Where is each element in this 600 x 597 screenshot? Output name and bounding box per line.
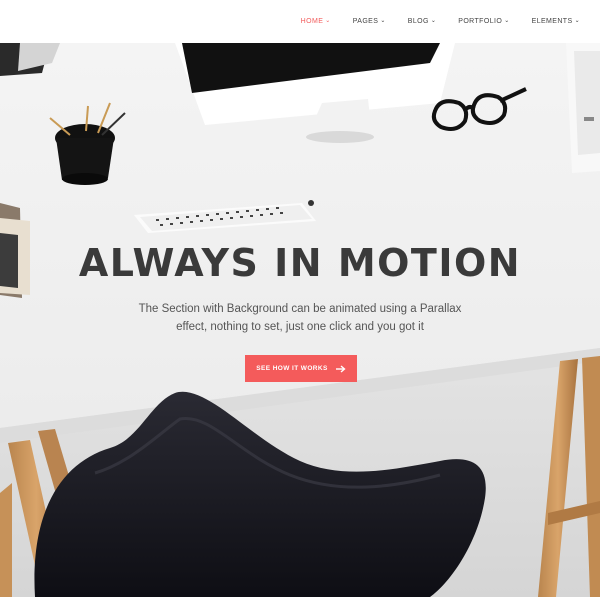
hero-subtitle-line-1: The Section with Background can be anima… (138, 303, 462, 315)
right-trestle-leg (538, 356, 600, 597)
nav-item-portfolio[interactable]: PORTFOLIO ⌄ (458, 18, 509, 25)
nav-item-blog[interactable]: BLOG ⌄ (408, 18, 437, 25)
see-how-it-works-button[interactable]: SEE HOW IT WORKS (245, 355, 357, 382)
main-nav: HOME ⌄ PAGES ⌄ BLOG ⌄ PORTFOLIO ⌄ ELEMEN… (279, 0, 580, 43)
nav-item-label: ELEMENTS (531, 18, 573, 25)
nav-item-label: BLOG (407, 18, 429, 25)
hero-section: ALWAYS IN MOTION The Section with Backgr… (0, 43, 600, 597)
hero-subtitle: The Section with Background can be anima… (120, 300, 480, 336)
chevron-down-icon: ⌄ (380, 18, 386, 24)
hero-title: ALWAYS IN MOTION (78, 241, 522, 285)
page: HOME ⌄ PAGES ⌄ BLOG ⌄ PORTFOLIO ⌄ ELEMEN… (0, 0, 600, 597)
nav-item-label: HOME (300, 18, 324, 25)
hero-subtitle-line-2: effect, nothing to set, just one click a… (176, 321, 424, 333)
chevron-down-icon: ⌄ (504, 18, 510, 24)
chevron-down-icon: ⌄ (574, 18, 580, 24)
nav-item-label: PORTFOLIO (458, 18, 503, 25)
nav-item-elements[interactable]: ELEMENTS ⌄ (532, 18, 580, 25)
chevron-down-icon: ⌄ (325, 18, 331, 24)
site-header: HOME ⌄ PAGES ⌄ BLOG ⌄ PORTFOLIO ⌄ ELEMEN… (0, 0, 600, 43)
arrow-right-icon (335, 364, 346, 373)
cta-label: SEE HOW IT WORKS (256, 365, 328, 372)
nav-item-home[interactable]: HOME ⌄ (301, 18, 331, 25)
nav-item-label: PAGES (352, 18, 379, 25)
nav-item-pages[interactable]: PAGES ⌄ (353, 18, 386, 25)
chevron-down-icon: ⌄ (430, 18, 437, 24)
